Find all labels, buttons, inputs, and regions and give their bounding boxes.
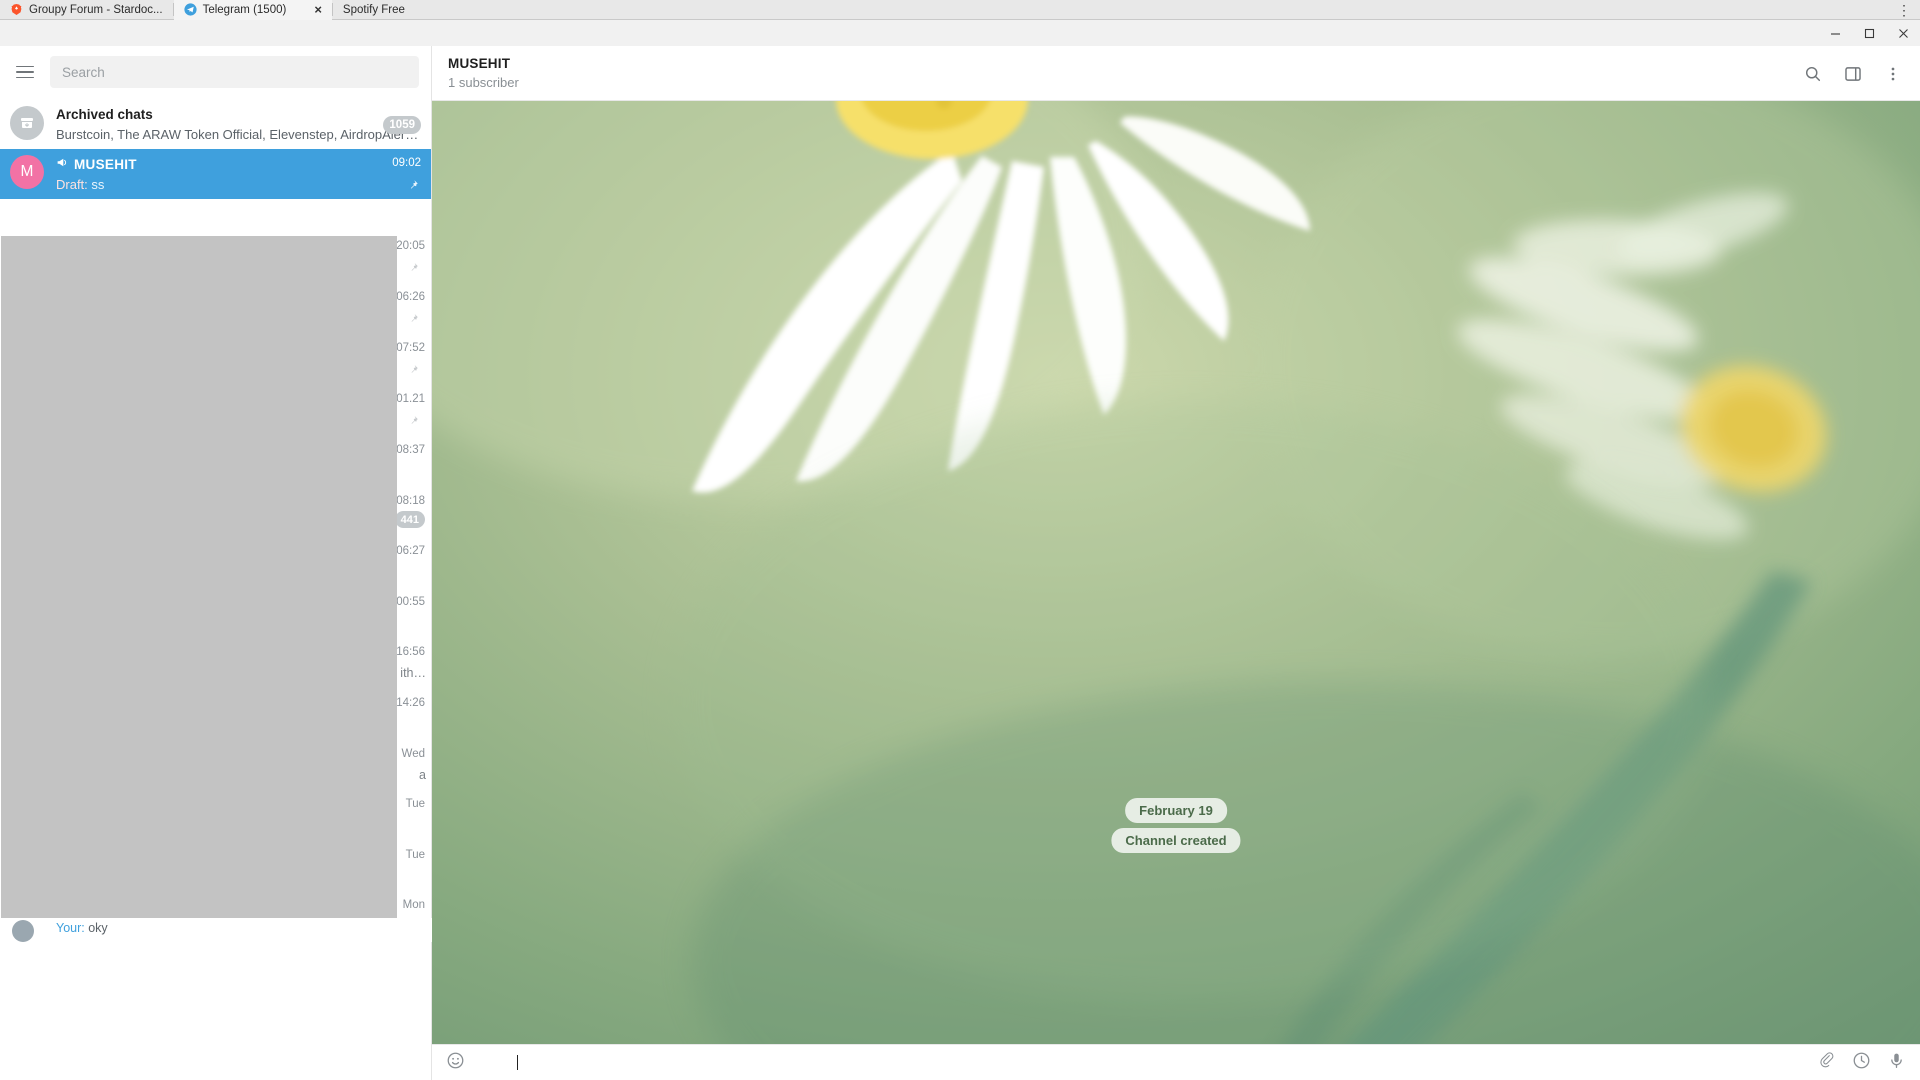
- unread-badge: 441: [397, 511, 425, 528]
- tab-label: Groupy Forum - Stardoc...: [29, 3, 163, 16]
- archive-avatar-icon: [10, 106, 44, 140]
- window-title-bar: [0, 20, 1920, 46]
- chat-list-panel: Search Archived chats Burstcoin, The ARA…: [0, 46, 432, 1080]
- tab-label: Telegram (1500): [202, 3, 287, 16]
- composer-right-actions: [1817, 1051, 1906, 1075]
- panel-toggle-icon[interactable]: [1836, 57, 1870, 91]
- message-composer: [432, 1044, 1920, 1080]
- tab-label: Spotify Free: [342, 3, 405, 16]
- tab-spotify[interactable]: Spotify Free: [333, 0, 415, 20]
- pin-icon: [408, 413, 419, 424]
- chat-list-item-time: 08:37: [397, 444, 425, 456]
- pin-icon: [408, 362, 419, 373]
- chat-list-item-time: 08:18: [397, 495, 425, 507]
- chat-list-item-time: 06:26: [397, 291, 425, 303]
- telegram-icon: [183, 3, 197, 16]
- chat-list-item-time: 14:26: [397, 697, 425, 709]
- conversation-panel: MUSEHIT 1 subscriber February 19 Channel…: [432, 46, 1920, 1080]
- pin-icon: [408, 311, 419, 322]
- search-input[interactable]: Search: [50, 56, 419, 88]
- tab-groupy-forum[interactable]: Groupy Forum - Stardoc...: [0, 0, 173, 20]
- date-separator: February 19: [1125, 798, 1227, 823]
- subscriber-count: 1 subscriber: [448, 75, 519, 90]
- pin-icon: [408, 260, 419, 271]
- message-input[interactable]: [477, 1055, 1805, 1070]
- chat-header-actions: [1796, 46, 1910, 101]
- hamburger-menu-icon[interactable]: [8, 55, 42, 89]
- chat-list-item-preview: Burstcoin, The ARAW Token Official, Elev…: [56, 127, 419, 142]
- tab-overflow-icon[interactable]: ⋮: [1896, 0, 1912, 20]
- chat-header: MUSEHIT 1 subscriber: [432, 46, 1920, 101]
- chat-list-partially-hidden: 20:05 06:26 07:52 .01.21 08:37 08:18 441…: [397, 236, 432, 918]
- unread-badge: 1059: [383, 116, 421, 134]
- brave-icon: [10, 3, 23, 16]
- composer-left-actions: [446, 1051, 465, 1075]
- tab-close-icon[interactable]: ×: [314, 3, 322, 16]
- chat-list-item-time: 16:56: [397, 646, 425, 658]
- chat-list-item-time: Tue: [405, 798, 425, 810]
- window-maximize-button[interactable]: [1852, 20, 1886, 46]
- chat-list-item-name: MUSEHIT: [74, 156, 137, 172]
- emoji-icon[interactable]: [446, 1051, 465, 1075]
- chat-list-item-archived[interactable]: Archived chats Burstcoin, The ARAW Token…: [0, 98, 431, 149]
- chat-list-item-time: Mon: [402, 899, 425, 911]
- text-cursor: [517, 1055, 518, 1070]
- attach-icon[interactable]: [1817, 1051, 1836, 1075]
- groupy-tab-strip: Groupy Forum - Stardoc... Telegram (1500…: [0, 0, 1920, 20]
- chat-list-item-musehit[interactable]: M MUSEHIT Draft: ss 09:02: [0, 149, 431, 199]
- draft-text: ss: [91, 177, 105, 192]
- chat-list-item-body: MUSEHIT Draft: ss: [56, 155, 419, 193]
- more-menu-icon[interactable]: [1876, 57, 1910, 91]
- page-title: MUSEHIT: [448, 56, 511, 71]
- avatar: [12, 920, 34, 942]
- draft-label: Draft:: [56, 177, 88, 192]
- chat-list-item-time: 06:27: [397, 545, 425, 557]
- chat-list-item-time: 07:52: [397, 342, 425, 354]
- telegram-window: Search Archived chats Burstcoin, The ARA…: [0, 20, 1920, 1080]
- pin-icon: [407, 178, 419, 190]
- chat-list-item-body: Archived chats Burstcoin, The ARAW Token…: [56, 106, 419, 142]
- message-sender-label: Your:: [56, 921, 85, 935]
- microphone-icon[interactable]: [1887, 1051, 1906, 1075]
- chat-list-item-preview: a: [419, 768, 426, 782]
- message-preview-text: oky: [88, 921, 108, 935]
- window-minimize-button[interactable]: [1818, 20, 1852, 46]
- chat-list-item-preview: Your: oky: [56, 921, 108, 935]
- chat-wallpaper: February 19 Channel created: [432, 101, 1920, 1080]
- chat-list-item-preview: Draft: ss: [56, 177, 419, 192]
- channel-megaphone-icon: [56, 156, 69, 172]
- search-icon[interactable]: [1796, 57, 1830, 91]
- chat-list-item-time: Wed: [401, 748, 425, 760]
- sidebar-search-bar: Search: [0, 46, 431, 98]
- chat-list-item-title: Archived chats: [56, 107, 153, 122]
- schedule-icon[interactable]: [1852, 1051, 1871, 1075]
- chat-list-item-time: 09:02: [392, 157, 421, 169]
- tab-telegram[interactable]: Telegram (1500) ×: [173, 0, 332, 20]
- chat-list-item-time: Tue: [405, 849, 425, 861]
- avatar: M: [10, 155, 44, 189]
- window-close-button[interactable]: [1886, 20, 1920, 46]
- chat-list-item-time: 00:55: [397, 596, 425, 608]
- chat-list-item-time: 20:05: [397, 240, 425, 252]
- chat-list-item-title: MUSEHIT: [56, 156, 419, 172]
- message-list: February 19 Channel created: [432, 101, 1920, 1080]
- chat-list-item-partial[interactable]: Your: oky: [0, 918, 432, 942]
- chat-list-item-time: .01.21: [397, 393, 425, 405]
- chat-list-item-preview: ith…: [400, 666, 426, 680]
- service-message: Channel created: [1111, 828, 1241, 853]
- chat-list-loading-overlay: [1, 236, 397, 918]
